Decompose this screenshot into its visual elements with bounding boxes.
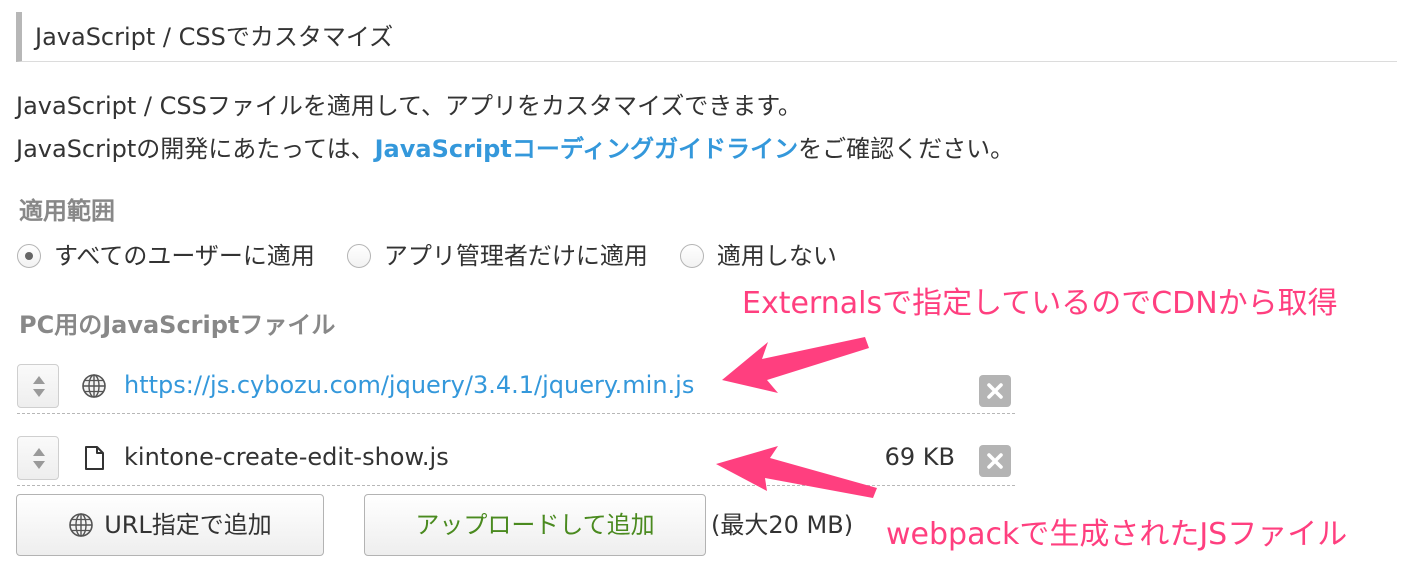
file-row-url: https://js.cybozu.com/jquery/3.4.1/jquer… — [17, 360, 1015, 414]
section-header: JavaScript / CSSでカスタマイズ — [16, 12, 1397, 62]
sort-down-icon — [33, 389, 45, 397]
scope-label: 適用範囲 — [19, 197, 115, 225]
remove-file-button[interactable] — [979, 375, 1011, 407]
close-icon — [987, 383, 1003, 399]
globe-icon — [82, 374, 106, 398]
scope-option-admins-only[interactable]: アプリ管理者だけに適用 — [346, 240, 648, 272]
add-by-url-button[interactable]: URL指定で追加 — [16, 494, 324, 556]
sort-handle[interactable] — [17, 364, 59, 408]
description-line-1: JavaScript / CSSファイルを適用して、アプリをカスタマイズできます… — [16, 92, 802, 120]
file-icon — [85, 446, 104, 470]
sort-up-icon — [33, 376, 45, 384]
upload-label: アップロードして追加 — [415, 511, 655, 539]
globe-icon — [69, 513, 93, 537]
scope-option-all-users[interactable]: すべてのユーザーに適用 — [17, 240, 315, 272]
scope-radio-group: すべてのユーザーに適用 アプリ管理者だけに適用 適用しない — [17, 238, 869, 274]
radio-button-checked[interactable] — [17, 244, 41, 268]
sort-up-icon — [33, 448, 45, 456]
pc-js-files-label: PC用のJavaScriptファイル — [19, 311, 336, 339]
add-by-url-label: URL指定で追加 — [104, 511, 272, 539]
file-url-link[interactable]: https://js.cybozu.com/jquery/3.4.1/jquer… — [124, 369, 694, 401]
file-size: 69 KB — [884, 443, 955, 471]
close-icon — [987, 453, 1003, 469]
radio-button[interactable] — [679, 244, 704, 268]
description-text-after: をご確認ください。 — [798, 135, 1015, 163]
radio-button[interactable] — [346, 244, 371, 268]
upload-size-limit: (最大20 MB) — [711, 511, 854, 539]
sort-handle[interactable] — [17, 436, 59, 480]
description-line-2: JavaScriptの開発にあたっては、JavaScriptコーディングガイドラ… — [16, 133, 1014, 165]
sort-down-icon — [33, 461, 45, 469]
scope-option-label: すべてのユーザーに適用 — [54, 242, 315, 270]
file-row-uploaded: kintone-create-edit-show.js 69 KB — [17, 432, 1015, 486]
description-text-before: JavaScriptの開発にあたっては、 — [16, 135, 375, 163]
scope-option-label: 適用しない — [716, 242, 837, 270]
coding-guideline-link[interactable]: JavaScriptコーディングガイドライン — [375, 135, 799, 163]
upload-button[interactable]: アップロードして追加 — [364, 494, 706, 556]
scope-option-label: アプリ管理者だけに適用 — [383, 242, 648, 270]
annotation-webpack-note: webpackで生成されたJSファイル — [886, 517, 1348, 552]
section-title: JavaScript / CSSでカスタマイズ — [35, 23, 394, 51]
remove-file-button[interactable] — [979, 445, 1011, 477]
scope-option-none[interactable]: 適用しない — [679, 240, 837, 272]
file-name: kintone-create-edit-show.js — [124, 443, 449, 471]
annotation-cdn-note: Externalsで指定しているのでCDNから取得 — [742, 286, 1338, 321]
